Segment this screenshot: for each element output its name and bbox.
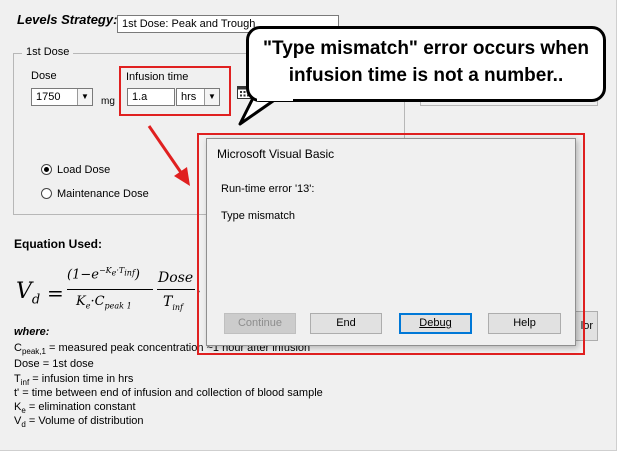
help-button[interactable]: Help <box>488 313 561 334</box>
callout-line-1: "Type mismatch" error occurs when <box>263 38 589 59</box>
continue-button[interactable]: Continue <box>224 313 296 334</box>
dialog-message: Type mismatch <box>221 210 295 222</box>
error-callout: "Type mismatch" error occurs when infusi… <box>246 26 606 102</box>
vba-error-dialog: Microsoft Visual Basic Run-time error '1… <box>206 138 576 346</box>
callout-tail-join <box>257 96 293 101</box>
debug-button[interactable]: Debug <box>399 313 472 334</box>
callout-line-2: infusion time is not a number.. <box>288 65 564 86</box>
dialog-error-line: Run-time error '13': <box>221 183 315 195</box>
dialog-title: Microsoft Visual Basic <box>217 147 335 161</box>
end-button[interactable]: End <box>310 313 382 334</box>
